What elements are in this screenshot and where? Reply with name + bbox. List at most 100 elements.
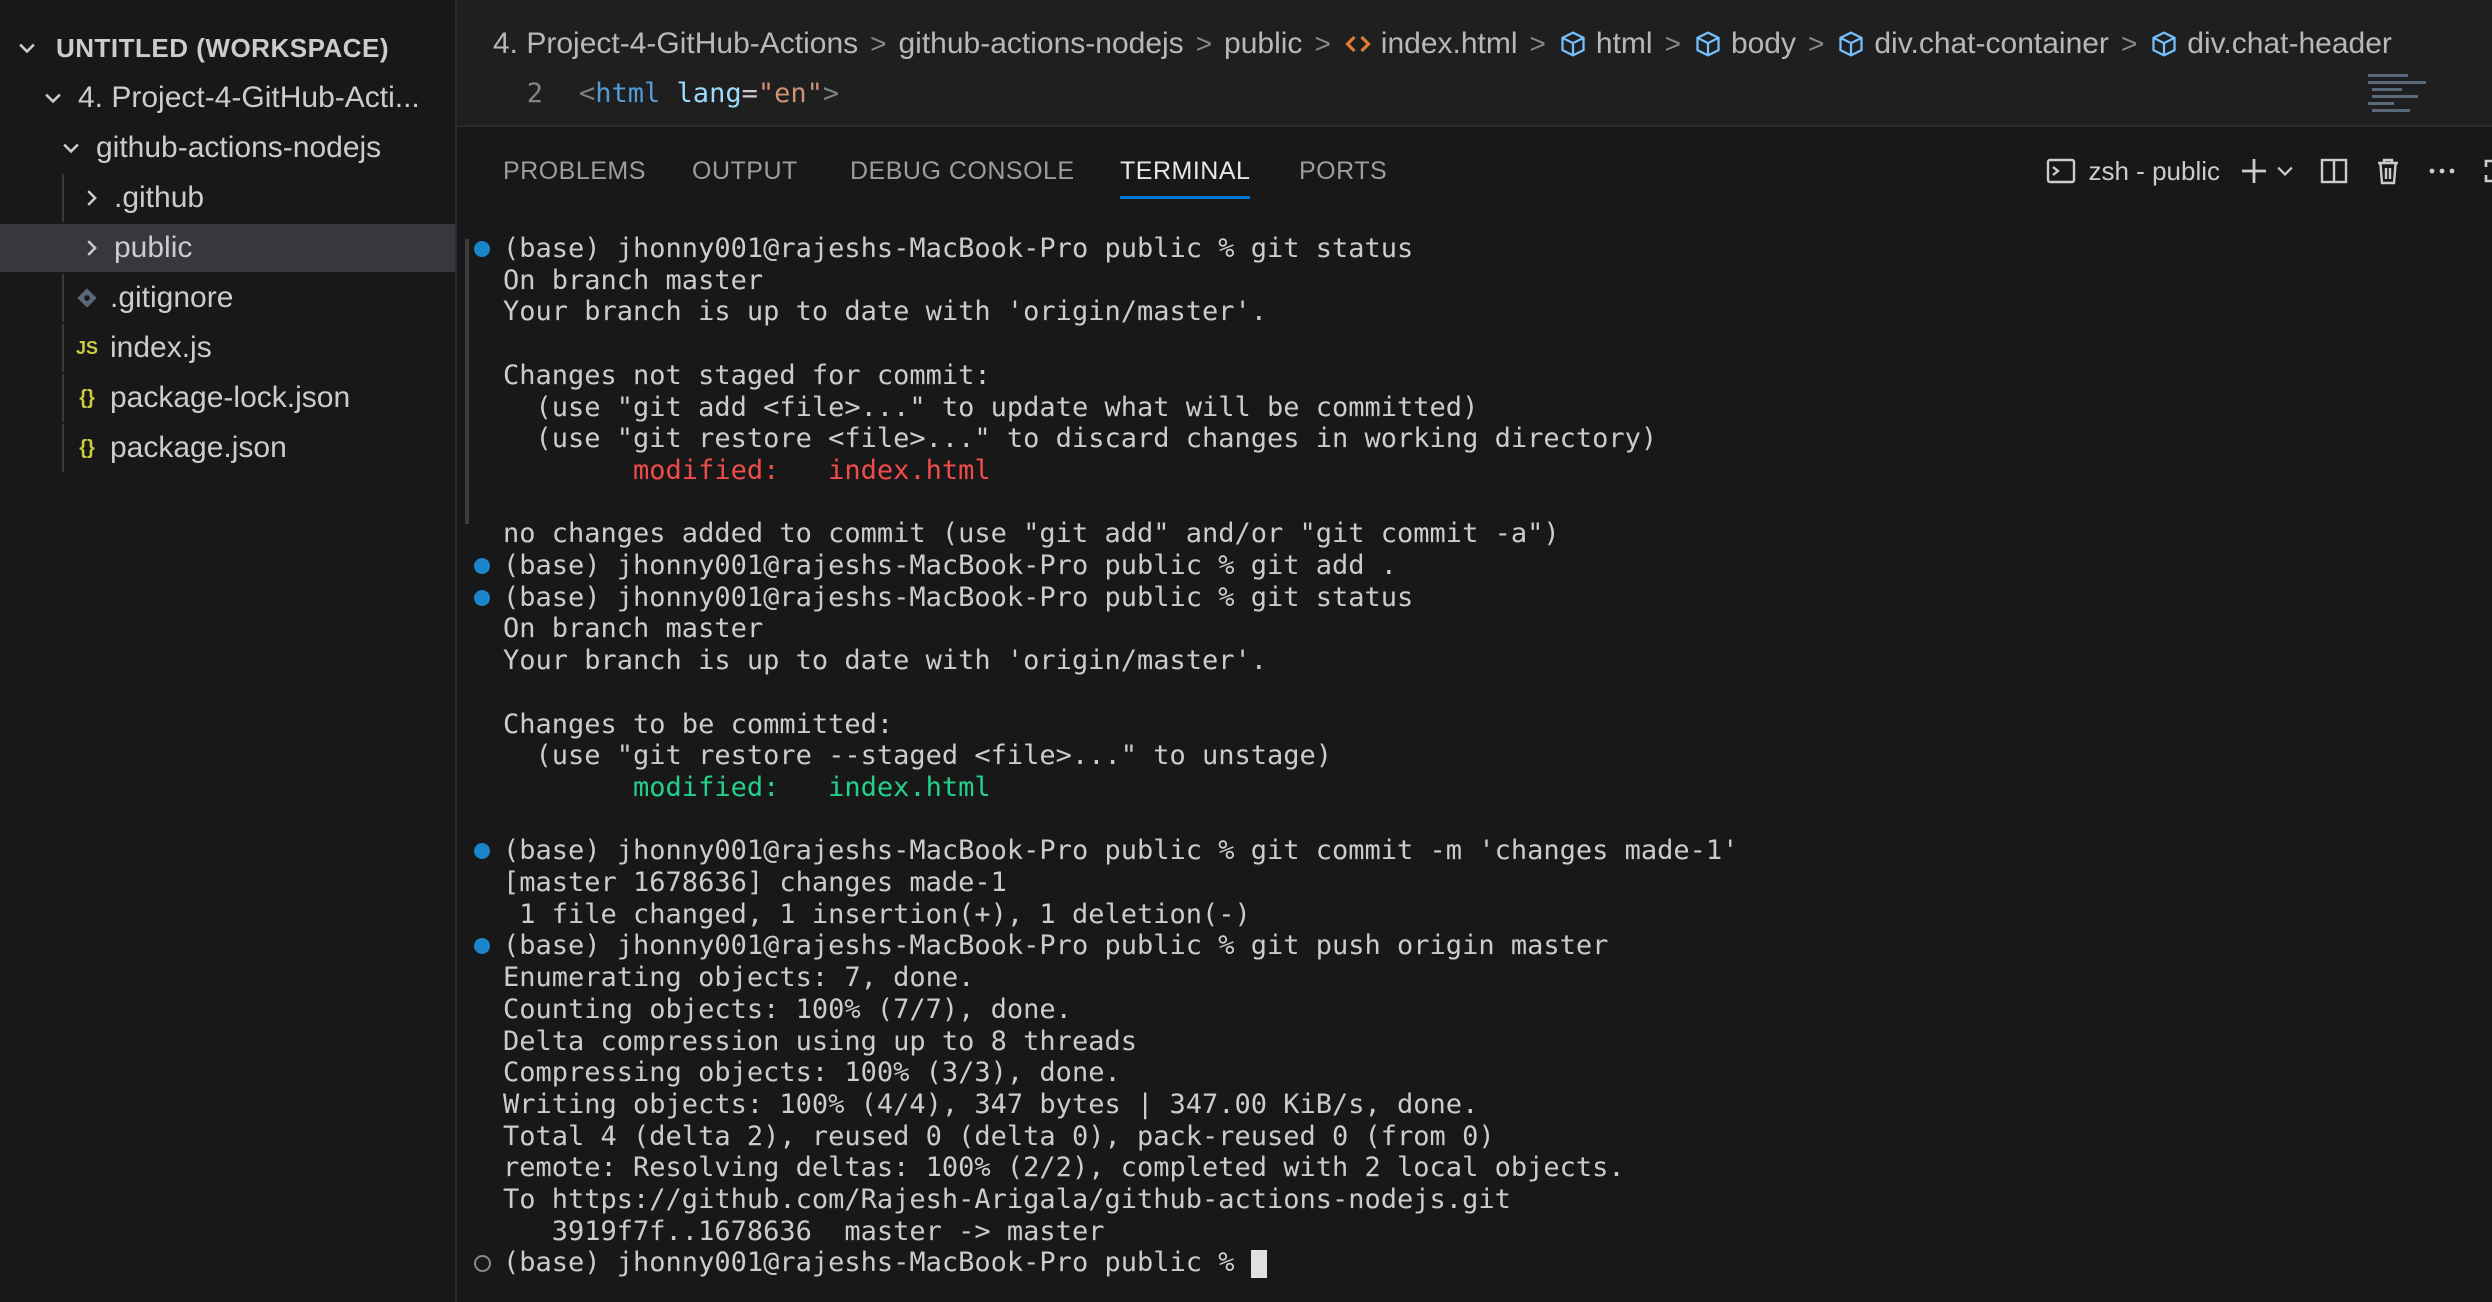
- minimap[interactable]: [2358, 72, 2428, 120]
- breadcrumb-item-body[interactable]: body: [1693, 27, 1796, 61]
- panel-tab-bar: PROBLEMS OUTPUT DEBUG CONSOLE TERMINAL P…: [457, 127, 2492, 205]
- tree-label: package-lock.json: [110, 381, 351, 414]
- tree-label: github-actions-nodejs: [96, 131, 382, 164]
- breadcrumb-label: div.chat-header: [2187, 27, 2392, 60]
- terminal-line: modified: index.html: [503, 771, 991, 803]
- breadcrumb-label: 4. Project-4-GitHub-Actions: [493, 27, 859, 60]
- command-success-icon[interactable]: [474, 938, 490, 955]
- terminal-line: Changes not staged for commit:: [503, 359, 991, 391]
- chevron-down-icon: [56, 133, 86, 163]
- code-token-equals: =: [741, 77, 758, 109]
- tree-label: .github: [114, 181, 205, 214]
- terminal-line: (base) jhonny001@rajeshs-MacBook-Pro pub…: [503, 550, 1398, 581]
- terminal-line: (base) jhonny001@rajeshs-MacBook-Pro pub…: [503, 835, 1739, 867]
- terminal-line: Counting objects: 100% (7/7), done.: [503, 993, 1072, 1025]
- tree-label: 4. Project-4-GitHub-Acti...: [78, 81, 420, 114]
- git-file-icon: [72, 283, 102, 313]
- terminal-line: Your branch is up to date with 'origin/m…: [503, 645, 1268, 677]
- breadcrumb-item-chat-container[interactable]: div.chat-container: [1836, 27, 2109, 61]
- terminal-name: zsh - public: [2088, 155, 2221, 186]
- ellipsis-icon: [2426, 155, 2458, 187]
- tree-file-package-lock-json[interactable]: {} package-lock.json: [0, 374, 455, 422]
- tree-file-index-js[interactable]: JS index.js: [0, 324, 455, 372]
- chevron-down-icon: [38, 83, 68, 113]
- code-token-bracket: >: [822, 77, 840, 109]
- terminal-cursor: [1250, 1249, 1267, 1278]
- tab-problems[interactable]: PROBLEMS: [503, 149, 646, 193]
- breadcrumb-label: div.chat-container: [1874, 27, 2109, 60]
- more-actions-button[interactable]: [2426, 151, 2458, 191]
- breadcrumb-separator: >: [2120, 28, 2138, 59]
- breadcrumb-label: github-actions-nodejs: [898, 27, 1184, 60]
- kill-terminal-button[interactable]: [2372, 151, 2404, 191]
- terminal-line: Your branch is up to date with 'origin/m…: [503, 296, 1268, 328]
- tab-terminal[interactable]: TERMINAL: [1120, 149, 1251, 199]
- terminal-selector[interactable]: zsh - public: [2045, 151, 2221, 191]
- editor-area: 4. Project-4-GitHub-Actions > github-act…: [457, 0, 2492, 125]
- tree-folder-public[interactable]: public: [0, 224, 455, 272]
- command-success-icon[interactable]: [474, 558, 490, 574]
- line-number: 2: [526, 77, 543, 109]
- breadcrumb-item-project[interactable]: 4. Project-4-GitHub-Actions: [493, 27, 858, 61]
- terminal-line: (base) jhonny001@rajeshs-MacBook-Pro pub…: [503, 581, 1414, 613]
- tree-label: package.json: [110, 431, 287, 464]
- terminal-line: Changes to be committed:: [503, 708, 894, 740]
- terminal-line: 3919f7f..1678636 master -> master: [503, 1215, 1105, 1247]
- terminal-line: (base) jhonny001@rajeshs-MacBook-Pro pub…: [503, 1247, 1267, 1279]
- terminal-line: To https://github.com/Rajesh-Arigala/git…: [503, 1184, 1511, 1215]
- tree-folder-github-actions-nodejs[interactable]: github-actions-nodejs: [0, 124, 455, 172]
- maximize-icon: [2480, 155, 2492, 187]
- tree-folder-project[interactable]: 4. Project-4-GitHub-Acti...: [0, 74, 455, 122]
- terminal-line: On branch master: [503, 613, 764, 645]
- breadcrumb-item-chat-header[interactable]: div.chat-header: [2149, 27, 2392, 61]
- element-cube-icon: [1693, 29, 1723, 59]
- tree-label: index.js: [110, 331, 212, 364]
- terminal-line: On branch master: [503, 264, 764, 296]
- split-icon: [2318, 155, 2350, 187]
- breadcrumb-item-html[interactable]: html: [1558, 27, 1653, 61]
- workspace-title: UNTITLED (WORKSPACE): [56, 32, 390, 63]
- terminal-line: Writing objects: 100% (4/4), 347 bytes |…: [503, 1088, 1479, 1120]
- terminal-line: Total 4 (delta 2), reused 0 (delta 0), p…: [503, 1120, 1495, 1152]
- breadcrumb-item-public[interactable]: public: [1224, 27, 1302, 61]
- command-success-icon[interactable]: [474, 843, 490, 860]
- command-success-icon[interactable]: [474, 589, 490, 606]
- tree-file-package-json[interactable]: {} package.json: [0, 424, 455, 472]
- trash-icon: [2372, 155, 2404, 187]
- terminal-line: [master 1678636] changes made-1: [503, 867, 1007, 898]
- command-success-icon[interactable]: [474, 241, 490, 257]
- maximize-panel-button[interactable]: [2480, 151, 2492, 191]
- tab-ports[interactable]: PORTS: [1299, 149, 1387, 193]
- split-terminal-button[interactable]: [2318, 151, 2350, 191]
- terminal-output[interactable]: (base) jhonny001@rajeshs-MacBook-Pro pub…: [457, 227, 2492, 1297]
- terminal-line: (base) jhonny001@rajeshs-MacBook-Pro pub…: [503, 233, 1414, 264]
- breadcrumb-label: index.html: [1380, 27, 1518, 60]
- workspace-header[interactable]: UNTITLED (WORKSPACE): [0, 24, 455, 72]
- chevron-right-icon: [76, 233, 106, 263]
- html-file-icon: [1343, 29, 1373, 59]
- new-terminal-dropdown[interactable]: [2274, 151, 2296, 191]
- breadcrumb-separator: >: [1808, 28, 1825, 59]
- tab-output[interactable]: OUTPUT: [692, 149, 798, 193]
- tab-debug-console[interactable]: DEBUG CONSOLE: [850, 149, 1075, 193]
- json-file-icon: {}: [79, 436, 95, 459]
- json-file-icon: {}: [79, 386, 95, 409]
- breadcrumb-item-folder[interactable]: github-actions-nodejs: [899, 27, 1184, 61]
- tree-file-gitignore[interactable]: .gitignore: [0, 274, 455, 322]
- chevron-down-icon: [2274, 160, 2296, 182]
- terminal-scrollbar[interactable]: [465, 239, 469, 525]
- vscode-window: UNTITLED (WORKSPACE) 4. Project-4-GitHub…: [0, 0, 2492, 1302]
- code-line[interactable]: 2 < html lang = "en" >: [493, 72, 839, 114]
- tree-label: public: [114, 231, 193, 264]
- breadcrumb-label: public: [1224, 27, 1303, 60]
- breadcrumb: 4. Project-4-GitHub-Actions > github-act…: [493, 24, 2392, 64]
- command-pending-icon[interactable]: [474, 1255, 491, 1273]
- breadcrumb-label: html: [1595, 27, 1653, 60]
- terminal-line: (use "git restore <file>..." to discard …: [503, 423, 1658, 455]
- terminal-line: modified: index.html: [503, 454, 991, 486]
- indent-guide: [62, 174, 64, 222]
- element-cube-icon: [1836, 29, 1866, 59]
- breadcrumb-item-file[interactable]: index.html: [1343, 27, 1518, 61]
- new-terminal-button[interactable]: [2238, 151, 2270, 191]
- tree-folder-github[interactable]: .github: [0, 174, 455, 222]
